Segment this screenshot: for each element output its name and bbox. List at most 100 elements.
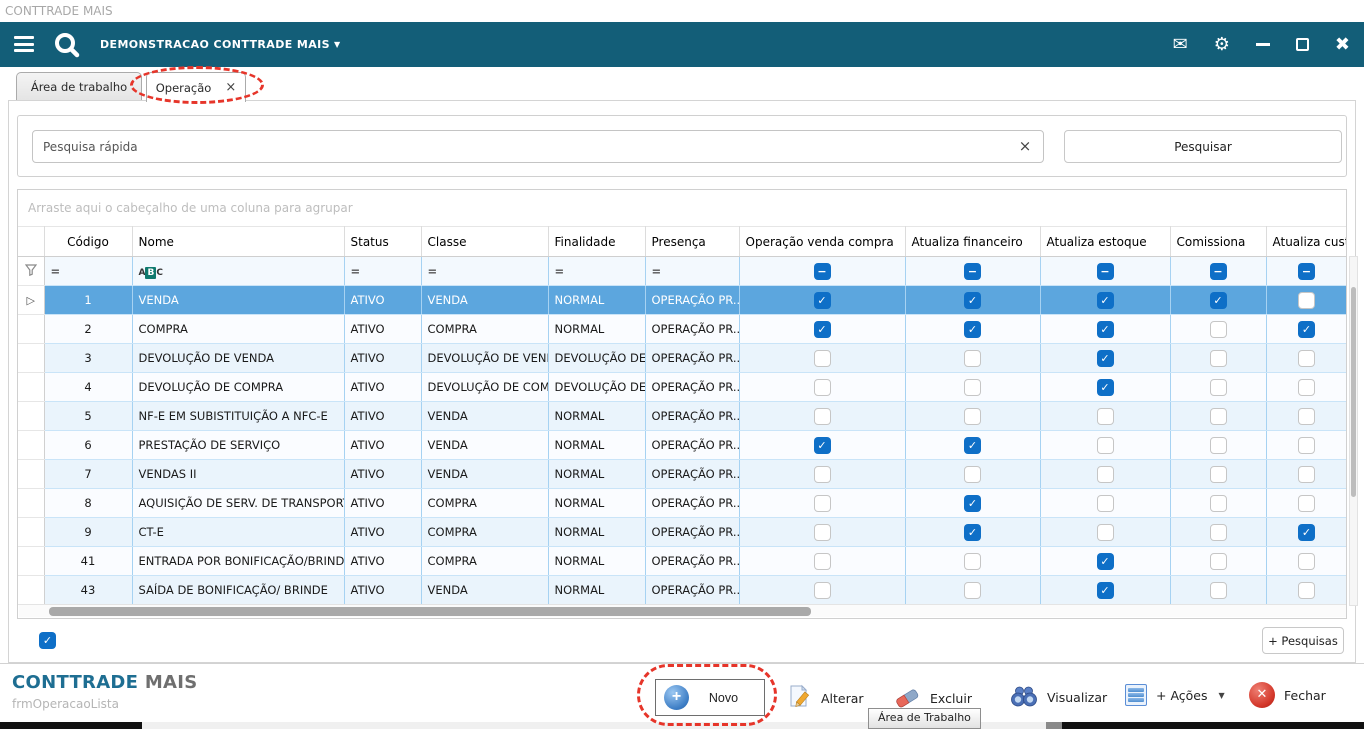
cell-presenca[interactable]: OPERAÇÃO PR... xyxy=(645,344,739,373)
cell-checkbox[interactable]: ✓ xyxy=(905,315,1040,344)
cell-codigo[interactable]: 9 xyxy=(44,518,132,547)
checkbox-unchecked[interactable] xyxy=(1210,524,1227,541)
checkbox-unchecked[interactable] xyxy=(1298,466,1315,483)
cell-checkbox[interactable] xyxy=(1266,373,1347,402)
checkbox-unchecked[interactable] xyxy=(1097,524,1114,541)
cell-codigo[interactable]: 41 xyxy=(44,547,132,576)
footer-select-checkbox[interactable]: ✓ xyxy=(39,630,56,649)
col-codigo[interactable]: Código xyxy=(44,227,132,257)
minimize-button[interactable] xyxy=(1256,43,1270,46)
checkbox-unchecked[interactable] xyxy=(1298,437,1315,454)
cell-checkbox[interactable]: ✓ xyxy=(1040,576,1170,605)
cell-finalidade[interactable]: DEVOLUÇÃO DE ... xyxy=(548,373,645,402)
cell-checkbox[interactable] xyxy=(1266,460,1347,489)
cell-checkbox[interactable]: ✓ xyxy=(1266,518,1347,547)
cell-status[interactable]: ATIVO xyxy=(344,547,421,576)
checkbox-unchecked[interactable] xyxy=(1097,437,1114,454)
checkbox-unchecked[interactable] xyxy=(1298,582,1315,599)
checkbox-checked[interactable]: ✓ xyxy=(964,524,981,541)
cell-checkbox[interactable] xyxy=(1170,518,1266,547)
table-row[interactable]: ▷1VENDAATIVOVENDANORMALOPERAÇÃO PR...✓✓✓… xyxy=(18,286,1347,315)
cell-checkbox[interactable] xyxy=(1170,431,1266,460)
tab-operacao[interactable]: Operação× xyxy=(146,72,246,102)
horizontal-scrollbar-thumb[interactable] xyxy=(49,607,811,616)
checkbox-checked[interactable]: ✓ xyxy=(814,292,831,309)
cell-checkbox[interactable] xyxy=(1170,576,1266,605)
cell-finalidade[interactable]: NORMAL xyxy=(548,402,645,431)
checkbox-checked[interactable]: ✓ xyxy=(1097,379,1114,396)
checkbox-unchecked[interactable] xyxy=(964,582,981,599)
filter-funnel-icon[interactable] xyxy=(18,257,44,286)
visualizar-button[interactable]: Visualizar xyxy=(1010,684,1107,711)
cell-presenca[interactable]: OPERAÇÃO PR... xyxy=(645,286,739,315)
cell-nome[interactable]: COMPRA xyxy=(132,315,344,344)
mail-icon[interactable]: ✉ xyxy=(1173,36,1188,54)
cell-checkbox[interactable] xyxy=(1170,373,1266,402)
table-row[interactable]: 7VENDAS IIATIVOVENDANORMALOPERAÇÃO PR... xyxy=(18,460,1347,489)
cell-classe[interactable]: VENDA xyxy=(421,431,548,460)
checkbox-unchecked[interactable] xyxy=(1210,408,1227,425)
checkbox-unchecked[interactable] xyxy=(964,553,981,570)
cell-checkbox[interactable] xyxy=(1266,576,1347,605)
checkbox-unchecked[interactable] xyxy=(1210,466,1227,483)
maximize-button[interactable] xyxy=(1296,38,1309,51)
cell-codigo[interactable]: 1 xyxy=(44,286,132,315)
cell-checkbox[interactable] xyxy=(1266,547,1347,576)
checkbox-checked[interactable]: ✓ xyxy=(964,321,981,338)
checkbox-unchecked[interactable] xyxy=(814,350,831,367)
cell-checkbox[interactable] xyxy=(1266,489,1347,518)
cell-checkbox[interactable]: ✓ xyxy=(739,286,905,315)
col-finalidade[interactable]: Finalidade xyxy=(548,227,645,257)
vertical-scrollbar[interactable] xyxy=(1349,256,1358,606)
checkbox-checked[interactable]: ✓ xyxy=(1097,350,1114,367)
checkbox-unchecked[interactable] xyxy=(814,524,831,541)
cell-finalidade[interactable]: DEVOLUÇÃO DE ... xyxy=(548,344,645,373)
cell-classe[interactable]: COMPRA xyxy=(421,547,548,576)
checkbox-checked[interactable]: ✓ xyxy=(1097,553,1114,570)
filter-cell[interactable]: − xyxy=(1170,257,1266,286)
cell-classe[interactable]: COMPRA xyxy=(421,518,548,547)
cell-codigo[interactable]: 3 xyxy=(44,344,132,373)
table-row[interactable]: 5NF-E EM SUBISTITUIÇÃO A NFC-EATIVOVENDA… xyxy=(18,402,1347,431)
cell-checkbox[interactable]: ✓ xyxy=(1040,286,1170,315)
cell-nome[interactable]: VENDAS II xyxy=(132,460,344,489)
cell-nome[interactable]: CT-E xyxy=(132,518,344,547)
cell-nome[interactable]: VENDA xyxy=(132,286,344,315)
checkbox-checked[interactable]: ✓ xyxy=(1298,321,1315,338)
cell-codigo[interactable]: 5 xyxy=(44,402,132,431)
cell-checkbox[interactable] xyxy=(1040,489,1170,518)
col-operacao-venda-compra[interactable]: Operação venda compra xyxy=(739,227,905,257)
checkbox-unchecked[interactable] xyxy=(1210,379,1227,396)
cell-finalidade[interactable]: NORMAL xyxy=(548,518,645,547)
cell-codigo[interactable]: 2 xyxy=(44,315,132,344)
table-row[interactable]: 43SAÍDA DE BONIFICAÇÃO/ BRINDEATIVOVENDA… xyxy=(18,576,1347,605)
cell-checkbox[interactable] xyxy=(905,344,1040,373)
cell-presenca[interactable]: OPERAÇÃO PR... xyxy=(645,460,739,489)
cell-codigo[interactable]: 4 xyxy=(44,373,132,402)
cell-nome[interactable]: ENTRADA POR BONIFICAÇÃO/BRINDE xyxy=(132,547,344,576)
checkbox-indeterminate[interactable]: − xyxy=(1097,263,1114,280)
checkbox-unchecked[interactable] xyxy=(1210,553,1227,570)
cell-codigo[interactable]: 7 xyxy=(44,460,132,489)
cell-checkbox[interactable] xyxy=(1170,547,1266,576)
cell-checkbox[interactable] xyxy=(1266,344,1347,373)
cell-presenca[interactable]: OPERAÇÃO PR... xyxy=(645,373,739,402)
cell-status[interactable]: ATIVO xyxy=(344,489,421,518)
col-comissiona[interactable]: Comissiona xyxy=(1170,227,1266,257)
cell-checkbox[interactable]: ✓ xyxy=(905,489,1040,518)
cell-checkbox[interactable] xyxy=(1040,518,1170,547)
cell-checkbox[interactable]: ✓ xyxy=(1040,315,1170,344)
cell-presenca[interactable]: OPERAÇÃO PR... xyxy=(645,315,739,344)
cell-classe[interactable]: VENDA xyxy=(421,286,548,315)
filter-cell[interactable]: = xyxy=(645,257,739,286)
cell-status[interactable]: ATIVO xyxy=(344,315,421,344)
filter-cell[interactable]: − xyxy=(739,257,905,286)
checkbox-unchecked[interactable] xyxy=(814,582,831,599)
cell-classe[interactable]: COMPRA xyxy=(421,489,548,518)
acoes-button[interactable]: + Ações ▼ xyxy=(1125,684,1225,706)
cell-checkbox[interactable]: ✓ xyxy=(739,431,905,460)
cell-checkbox[interactable] xyxy=(739,373,905,402)
checkbox-unchecked[interactable] xyxy=(1210,350,1227,367)
cell-presenca[interactable]: OPERAÇÃO PR... xyxy=(645,547,739,576)
horizontal-scrollbar[interactable] xyxy=(19,604,1346,617)
